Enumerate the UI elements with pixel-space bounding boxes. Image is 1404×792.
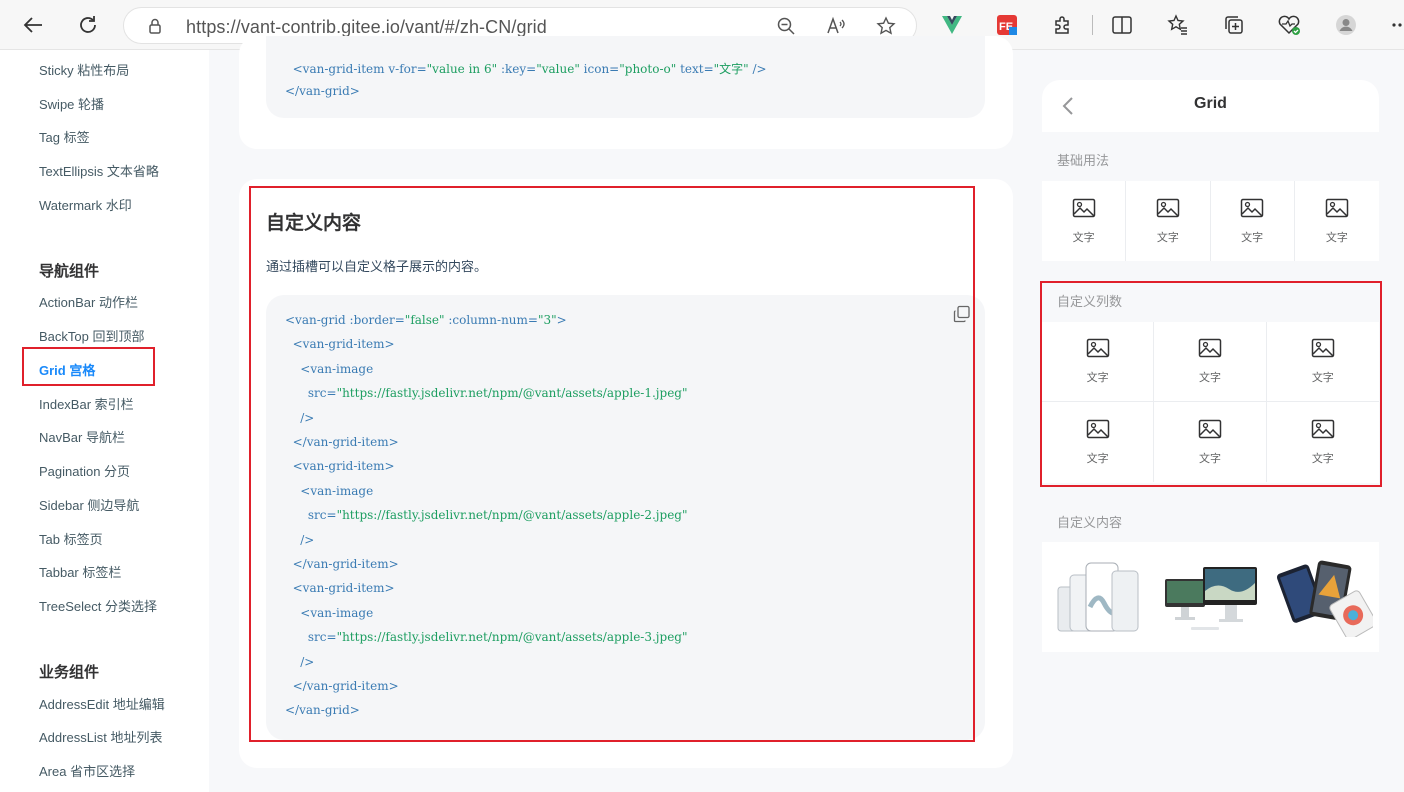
refresh-icon[interactable]: [72, 9, 104, 41]
sidebar-item-tabbar[interactable]: Tabbar 标签栏: [39, 562, 121, 581]
section-highlight: [249, 186, 975, 742]
grid-item-text: 文字: [1325, 231, 1348, 244]
basic-grid: 文字 文字 文字 文字: [1042, 181, 1379, 261]
custom-content-grid: [1042, 542, 1379, 652]
grid-item-text: 文字: [1156, 231, 1179, 244]
back-arrow-icon[interactable]: [17, 9, 49, 41]
label-custom-content: 自定义内容: [1057, 515, 1123, 530]
grid-item-text: 文字: [1241, 231, 1264, 244]
sidebar-group-navigation: 导航组件: [39, 263, 100, 280]
grid-item[interactable]: 文字: [1295, 181, 1379, 261]
favorites-icon[interactable]: [1166, 13, 1190, 37]
sidebar-item-actionbar[interactable]: ActionBar 动作栏: [39, 292, 138, 311]
grid-item[interactable]: 文字: [1211, 181, 1295, 261]
sidebar-item-area[interactable]: Area 省市区选择: [39, 761, 135, 780]
grid-nav-highlight: [22, 347, 155, 386]
favorite-star-icon[interactable]: [875, 15, 897, 37]
grid-image-apple-1[interactable]: [1042, 542, 1154, 652]
grid-image-apple-2[interactable]: [1154, 542, 1267, 652]
collections-icon[interactable]: [1222, 13, 1246, 37]
label-basic-usage: 基础用法: [1057, 153, 1110, 168]
sidebar-item-addresslist[interactable]: AddressList 地址列表: [39, 727, 163, 746]
sidebar-item-treeselect[interactable]: TreeSelect 分类选择: [39, 596, 157, 615]
sidebar-item-tag[interactable]: Tag 标签: [39, 127, 90, 146]
sidebar-item-indexbar[interactable]: IndexBar 索引栏: [39, 394, 134, 413]
zoom-out-icon[interactable]: [775, 15, 797, 37]
profile-avatar-icon[interactable]: [1334, 13, 1358, 37]
sidebar-item-navbar[interactable]: NavBar 导航栏: [39, 427, 125, 446]
sidebar-item-textellipsis[interactable]: TextEllipsis 文本省略: [39, 161, 159, 180]
url-text[interactable]: https://vant-contrib.gitee.io/vant/#/zh-…: [186, 17, 547, 38]
sidebar-item-pagination[interactable]: Pagination 分页: [39, 461, 130, 480]
extensions-puzzle-icon[interactable]: [1051, 13, 1075, 37]
lock-icon[interactable]: [144, 15, 166, 37]
phone-nav-bar: Grid: [1042, 80, 1379, 132]
split-screen-icon[interactable]: [1110, 13, 1134, 37]
sidebar-item-addressedit[interactable]: AddressEdit 地址编辑: [39, 694, 165, 713]
sidebar-item-tab[interactable]: Tab 标签页: [39, 529, 103, 548]
columns-highlight: [1040, 281, 1382, 487]
browser-essentials-icon[interactable]: [1277, 13, 1301, 37]
grid-image-apple-3[interactable]: [1267, 542, 1379, 652]
photo-icon: [1240, 198, 1264, 223]
toolbar-divider: [1092, 15, 1093, 35]
sidebar-item-backtop[interactable]: BackTop 回到顶部: [39, 326, 144, 345]
read-aloud-icon[interactable]: [825, 15, 847, 37]
more-menu-icon[interactable]: [1388, 13, 1404, 37]
prev-code-line-1: <van-grid-item v-for="value in 6" :key="…: [285, 62, 767, 76]
sidebar-item-sidebar[interactable]: Sidebar 侧边导航: [39, 495, 139, 514]
fe-helper-icon[interactable]: FE: [995, 13, 1019, 37]
grid-item[interactable]: 文字: [1042, 181, 1127, 261]
photo-icon: [1156, 198, 1180, 223]
sidebar-item-watermark[interactable]: Watermark 水印: [39, 195, 132, 214]
vue-devtools-icon[interactable]: [940, 13, 964, 37]
sidebar-item-sticky[interactable]: Sticky 粘性布局: [39, 60, 129, 79]
grid-item[interactable]: 文字: [1126, 181, 1211, 261]
grid-item-text: 文字: [1072, 231, 1095, 244]
sidebar-group-business: 业务组件: [39, 664, 100, 681]
photo-icon: [1072, 198, 1096, 223]
prev-code-block: [266, 36, 985, 118]
photo-icon: [1325, 198, 1349, 223]
sidebar-item-swipe[interactable]: Swipe 轮播: [39, 94, 104, 113]
prev-code-line-2: </van-grid>: [285, 84, 360, 98]
phone-title: Grid: [1194, 95, 1227, 112]
